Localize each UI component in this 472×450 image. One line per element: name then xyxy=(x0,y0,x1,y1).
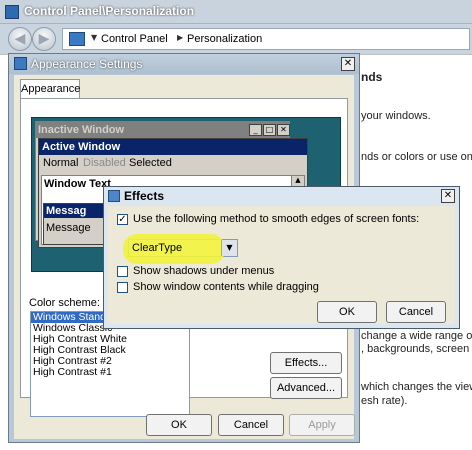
preview-window-text: Window Text xyxy=(44,178,111,190)
preview-menu-disabled: Disabled xyxy=(83,157,126,169)
chevron-down-icon[interactable]: ▼ xyxy=(221,240,237,256)
control-panel-icon xyxy=(5,5,19,19)
apply-button[interactable]: Apply xyxy=(289,414,355,436)
bg-text: your windows. xyxy=(361,110,431,122)
effects-titlebar: Effects ✕ xyxy=(104,187,459,205)
bg-text: esh rate). xyxy=(361,395,408,407)
tab-appearance[interactable]: Appearance xyxy=(20,79,80,99)
close-icon[interactable]: ✕ xyxy=(441,189,455,203)
control-panel-title: Control Panel\Personalization xyxy=(24,4,195,18)
list-item[interactable]: High Contrast #1 xyxy=(31,367,189,378)
preview-active-title: Active Window xyxy=(39,139,307,155)
drag-contents-checkbox[interactable] xyxy=(117,282,128,293)
effects-ok-button[interactable]: OK xyxy=(317,301,377,323)
bg-text: which changes the view s xyxy=(361,381,472,393)
preview-message-text: Message xyxy=(46,222,91,234)
effects-icon xyxy=(108,190,120,202)
address-bar[interactable]: ▼ Control Panel ▶ Personalization xyxy=(62,28,470,50)
effects-dialog: Effects ✕ ✓ Use the following method to … xyxy=(103,186,460,329)
smoothing-method-value: ClearType xyxy=(132,242,183,254)
advanced-button[interactable]: Advanced... xyxy=(270,377,342,399)
shadows-checkbox[interactable] xyxy=(117,266,128,277)
bg-text: change a wide range of v xyxy=(361,330,472,342)
appearance-title: Appearance Settings xyxy=(31,57,143,71)
color-scheme-label: Color scheme: xyxy=(29,297,100,309)
smooth-fonts-label: Use the following method to smooth edges… xyxy=(133,213,420,225)
appearance-icon xyxy=(14,57,27,70)
close-icon[interactable]: ✕ xyxy=(341,57,355,71)
control-panel-address-row: ◀ ▶ ▼ Control Panel ▶ Personalization xyxy=(0,24,472,54)
effects-body: ✓ Use the following method to smooth edg… xyxy=(108,206,455,324)
preview-message-title: Messag xyxy=(44,204,112,218)
cancel-button[interactable]: Cancel xyxy=(218,414,284,436)
bg-text: , backgrounds, screen sa xyxy=(361,343,472,355)
smooth-fonts-checkbox[interactable]: ✓ xyxy=(117,214,128,225)
back-button[interactable]: ◀ xyxy=(8,27,32,51)
breadcrumb-personalization[interactable]: Personalization xyxy=(187,33,262,45)
effects-button[interactable]: Effects... xyxy=(270,352,342,374)
breadcrumb-control-panel[interactable]: Control Panel xyxy=(101,33,168,45)
breadcrumb-separator-icon[interactable]: ▶ xyxy=(177,33,183,42)
forward-button[interactable]: ▶ xyxy=(32,27,56,51)
bg-text: nds or colors or use one c xyxy=(361,151,472,163)
ok-button[interactable]: OK xyxy=(146,414,212,436)
preview-menu-normal: Normal xyxy=(43,157,79,169)
bg-text: nds xyxy=(361,70,383,84)
control-panel-icon xyxy=(69,32,85,46)
smoothing-method-select[interactable]: ClearType ▼ xyxy=(123,234,238,264)
preview-menu-selected: Selected xyxy=(129,157,172,169)
effects-title: Effects xyxy=(124,189,165,203)
maximize-icon: □ xyxy=(263,124,276,136)
close-icon: ✕ xyxy=(277,124,290,136)
minimize-icon: _ xyxy=(249,124,262,136)
drag-contents-label: Show window contents while dragging xyxy=(133,281,319,293)
breadcrumb-arrow-icon[interactable]: ▼ xyxy=(91,33,97,42)
effects-cancel-button[interactable]: Cancel xyxy=(386,301,446,323)
control-panel-titlebar: Control Panel\Personalization xyxy=(0,0,472,24)
appearance-titlebar: Appearance Settings ✕ xyxy=(9,54,359,74)
shadows-label: Show shadows under menus xyxy=(133,265,275,277)
